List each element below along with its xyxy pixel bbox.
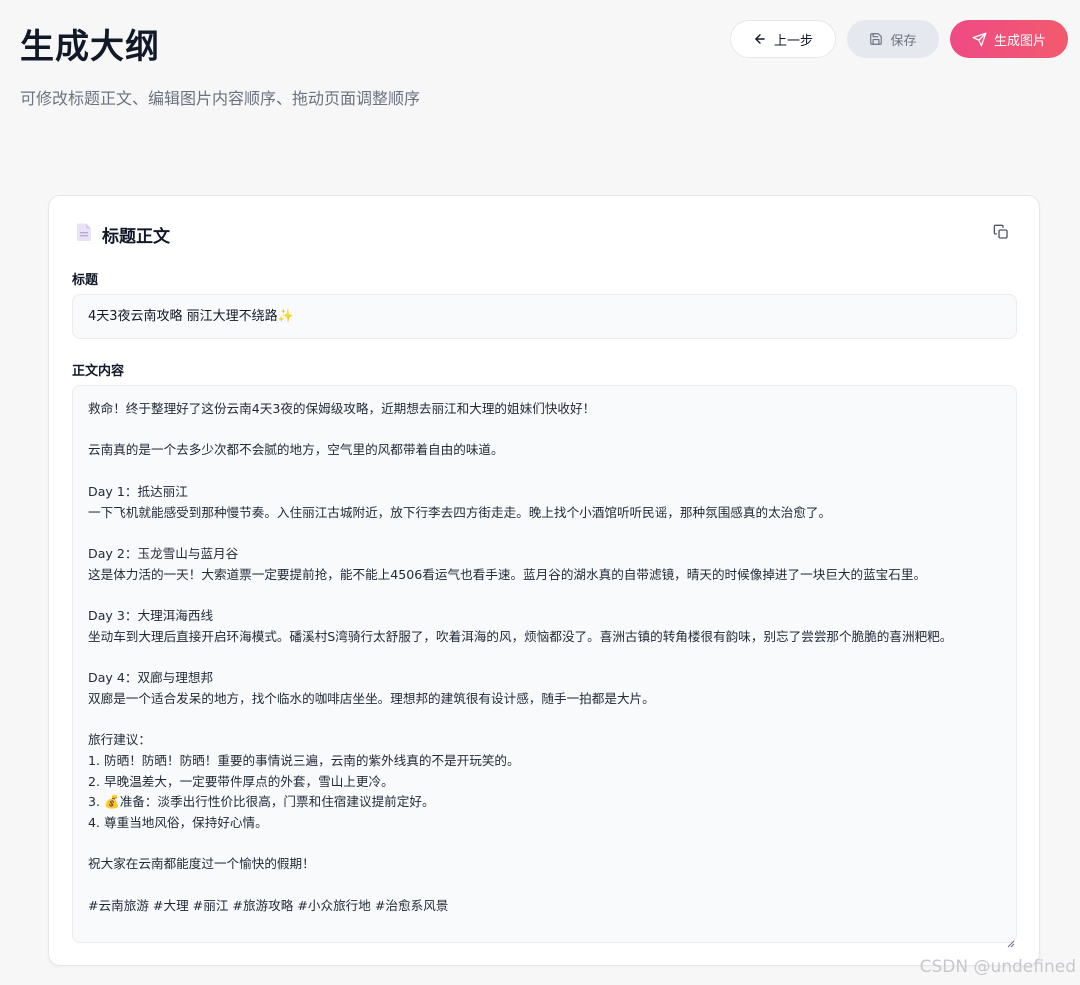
save-button[interactable]: 保存 <box>847 20 939 58</box>
back-button-label: 上一步 <box>773 33 813 49</box>
title-body-card: 标题正文 标题 4天3夜云南攻略 丽江大理不绕路✨ 正文内容 救命！终于整理好了… <box>48 195 1040 966</box>
body-field-label: 正文内容 <box>72 364 125 379</box>
document-icon <box>76 223 92 246</box>
generate-button-label: 生成图片 <box>993 33 1046 49</box>
title-input[interactable]: 4天3夜云南攻略 丽江大理不绕路✨ <box>72 294 1017 339</box>
watermark: CSDN @undefined <box>919 957 1076 977</box>
title-field-label: 标题 <box>72 273 99 288</box>
send-icon <box>972 32 987 47</box>
generate-images-button[interactable]: 生成图片 <box>950 20 1068 58</box>
save-button-label: 保存 <box>890 33 917 49</box>
card-title: 标题正文 <box>102 227 170 247</box>
resize-grip-icon[interactable] <box>1007 933 1015 952</box>
back-button[interactable]: 上一步 <box>730 20 836 58</box>
page-subtitle: 可修改标题正文、编辑图片内容顺序、拖动页面调整顺序 <box>20 89 421 108</box>
body-textarea[interactable]: 救命！终于整理好了这份云南4天3夜的保姆级攻略，近期想去丽江和大理的姐妹们快收好… <box>72 385 1017 943</box>
save-icon <box>869 32 883 46</box>
card-header: 标题正文 <box>76 222 170 247</box>
arrow-left-icon <box>753 32 767 46</box>
copy-icon[interactable] <box>993 224 1011 242</box>
toolbar: 上一步 保存 生成图片 <box>730 20 1068 58</box>
